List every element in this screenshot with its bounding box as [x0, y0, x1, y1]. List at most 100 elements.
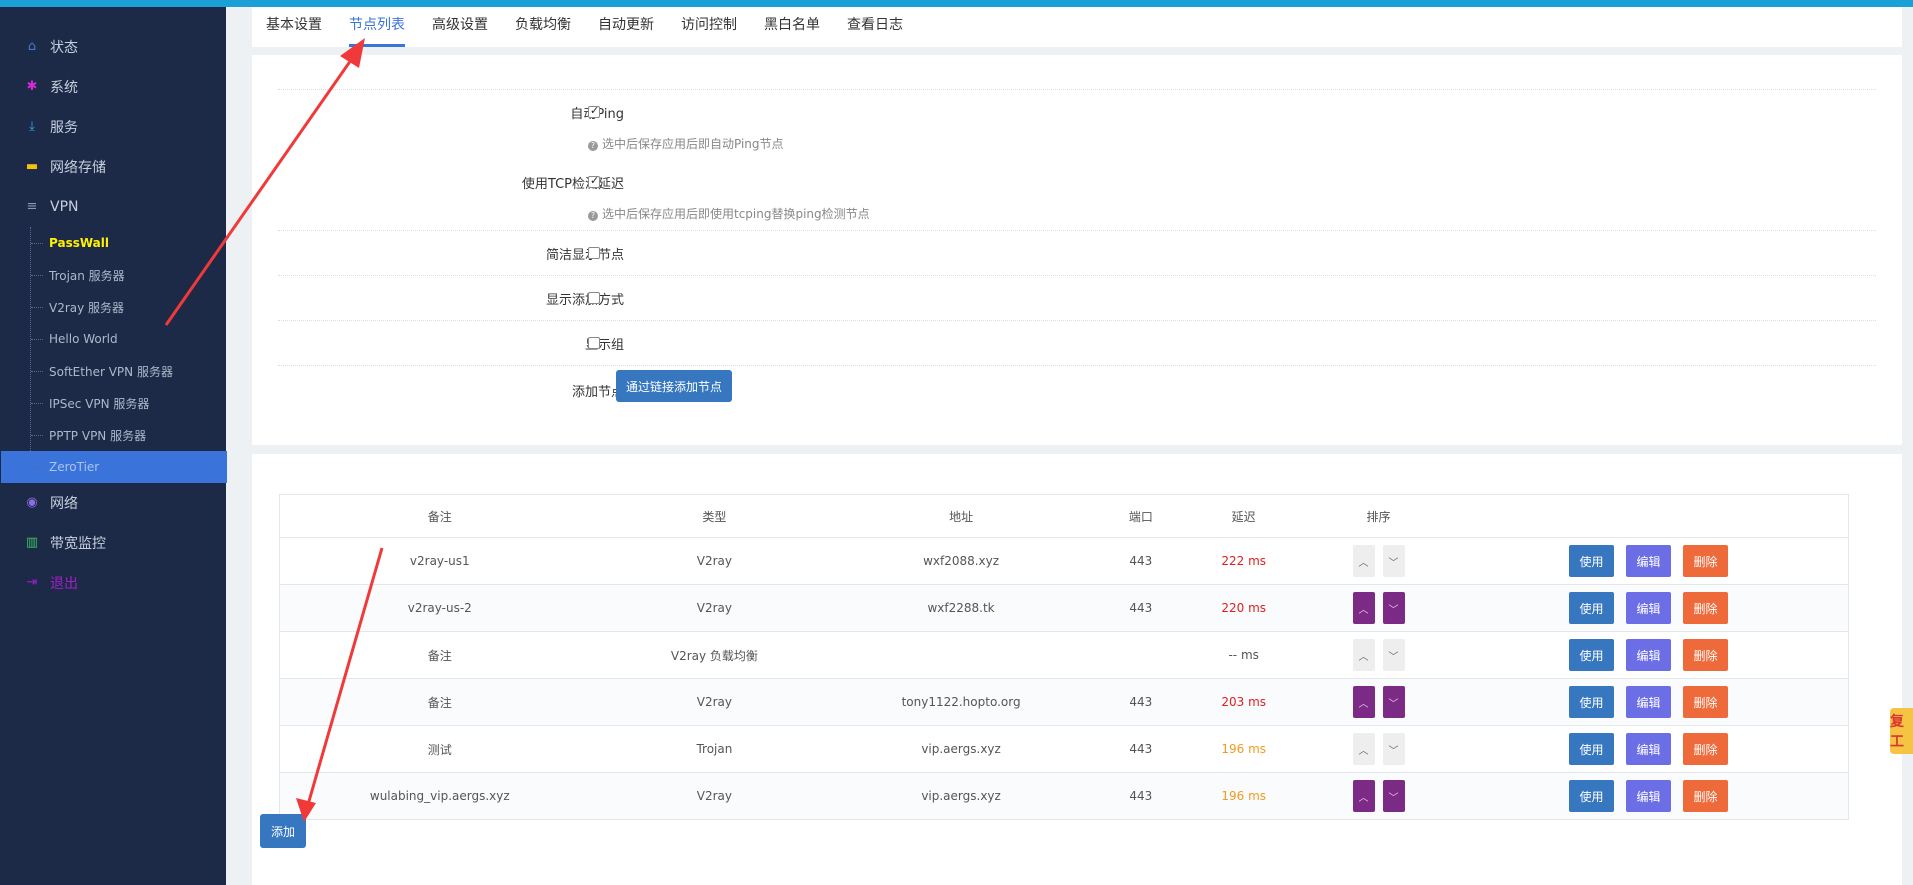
- floating-badge[interactable]: 复工: [1890, 708, 1913, 754]
- use-button[interactable]: 使用: [1569, 686, 1615, 718]
- sidebar-item-label: 退出: [50, 576, 78, 592]
- sidebar-item-vpn[interactable]: ≡ VPN: [0, 187, 226, 227]
- top-accent-bar: [0, 0, 1913, 7]
- cell-type: V2ray: [696, 554, 733, 568]
- table-row: v2ray-us-2 V2ray wxf2288.tk 443 220 ms ︿…: [280, 584, 1848, 631]
- cell-remark: 备注: [427, 695, 452, 710]
- show-add-mode-checkbox[interactable]: [588, 292, 600, 304]
- tab-advanced[interactable]: 高级设置: [432, 7, 488, 47]
- use-button[interactable]: 使用: [1569, 592, 1615, 624]
- tab-auto-update[interactable]: 自动更新: [598, 7, 654, 47]
- cell-port: 443: [1129, 742, 1153, 756]
- sidebar-sub-ipsec[interactable]: IPSec VPN 服务器: [31, 387, 226, 419]
- tab-node-list[interactable]: 节点列表: [349, 7, 405, 47]
- sidebar-sub-softether[interactable]: SoftEther VPN 服务器: [31, 355, 226, 387]
- use-button[interactable]: 使用: [1569, 545, 1615, 577]
- gears-icon: ✱: [26, 79, 38, 94]
- vpn-submenu: PassWall Trojan 服务器 V2ray 服务器 Hello Worl…: [1, 227, 227, 483]
- simple-display-checkbox[interactable]: [588, 247, 600, 259]
- cell-type: Trojan: [696, 742, 733, 756]
- tab-access-control[interactable]: 访问控制: [681, 7, 737, 47]
- sidebar-item-label: 带宽监控: [50, 536, 106, 552]
- cell-type: V2ray: [696, 695, 733, 709]
- sidebar-sub-trojan[interactable]: Trojan 服务器: [31, 259, 226, 291]
- sidebar-item-status[interactable]: ⌂ 状态: [0, 27, 226, 67]
- help-icon: ?: [588, 211, 598, 221]
- sidebar-sub-pptp[interactable]: PPTP VPN 服务器: [31, 419, 226, 451]
- cell-delay: -- ms: [1228, 648, 1259, 662]
- sidebar-sub-zerotier[interactable]: ZeroTier: [1, 451, 227, 483]
- move-down-icon[interactable]: ﹀: [1382, 545, 1405, 577]
- cell-remark: v2ray-us-2: [407, 601, 472, 615]
- cell-port: 443: [1129, 789, 1153, 803]
- edit-button[interactable]: 编辑: [1626, 639, 1672, 671]
- use-button[interactable]: 使用: [1569, 639, 1615, 671]
- cell-delay: 203 ms: [1221, 695, 1267, 709]
- delete-button[interactable]: 删除: [1683, 733, 1729, 765]
- auto-ping-checkbox[interactable]: [588, 104, 600, 118]
- show-add-mode-label: 显示添加方式: [545, 293, 624, 308]
- cell-delay: 220 ms: [1221, 601, 1267, 615]
- download-icon: ⤓: [29, 119, 35, 134]
- tab-basic[interactable]: 基本设置: [266, 7, 322, 47]
- col-type: 类型: [702, 509, 727, 524]
- home-icon: ⌂: [27, 39, 37, 54]
- use-button[interactable]: 使用: [1569, 733, 1615, 765]
- move-up-icon[interactable]: ︿: [1352, 733, 1375, 765]
- delete-button[interactable]: 删除: [1683, 592, 1729, 624]
- move-down-icon[interactable]: ﹀: [1382, 592, 1405, 624]
- sidebar-item-system[interactable]: ✱ 系统: [0, 67, 226, 107]
- edit-button[interactable]: 编辑: [1626, 592, 1672, 624]
- sidebar-item-label: 服务: [50, 120, 78, 136]
- sidebar-item-label: 网络存储: [50, 160, 106, 176]
- add-node-button[interactable]: 添加: [260, 814, 306, 848]
- delete-button[interactable]: 删除: [1683, 639, 1729, 671]
- sidebar-item-bandwidth[interactable]: ▥ 带宽监控: [0, 523, 226, 563]
- edit-button[interactable]: 编辑: [1626, 780, 1672, 812]
- move-down-icon[interactable]: ﹀: [1382, 780, 1405, 812]
- cell-address: tony1122.hopto.org: [901, 695, 1021, 709]
- sidebar-sub-passwall[interactable]: PassWall: [31, 227, 226, 259]
- logout-icon: ⇥: [26, 575, 38, 590]
- edit-button[interactable]: 编辑: [1626, 733, 1672, 765]
- sidebar-sub-helloworld[interactable]: Hello World: [31, 323, 226, 355]
- main-content: 基本设置 节点列表 高级设置 负载均衡 自动更新 访问控制 黑白名单 查看日志 …: [226, 7, 1913, 885]
- node-table: 备注 类型 地址 端口 延迟 排序 v2ray-us1 V2ray wxf208…: [279, 494, 1849, 820]
- col-port: 端口: [1128, 509, 1153, 524]
- move-down-icon[interactable]: ﹀: [1382, 639, 1405, 671]
- delete-button[interactable]: 删除: [1683, 545, 1729, 577]
- tab-load-balance[interactable]: 负载均衡: [515, 7, 571, 47]
- tcp-delay-label: 使用TCP检测延迟: [521, 177, 624, 192]
- move-up-icon[interactable]: ︿: [1352, 545, 1375, 577]
- cell-remark: wulabing_vip.aergs.xyz: [369, 789, 510, 803]
- show-group-checkbox[interactable]: [588, 337, 600, 349]
- cell-address: wxf2088.xyz: [923, 554, 1000, 568]
- col-delay: 延迟: [1231, 509, 1256, 524]
- table-row: 备注 V2ray 负载均衡 -- ms ︿ ﹀ 使用 编辑 删除: [280, 631, 1848, 678]
- edit-button[interactable]: 编辑: [1626, 686, 1672, 718]
- move-down-icon[interactable]: ﹀: [1382, 733, 1405, 765]
- edit-button[interactable]: 编辑: [1626, 545, 1672, 577]
- cell-delay: 196 ms: [1221, 742, 1267, 756]
- delete-button[interactable]: 删除: [1683, 780, 1729, 812]
- tab-logs[interactable]: 查看日志: [847, 7, 903, 47]
- sidebar-item-services[interactable]: ⤓ 服务: [0, 107, 226, 147]
- use-button[interactable]: 使用: [1569, 780, 1615, 812]
- cell-type: V2ray: [696, 601, 733, 615]
- sidebar-sub-v2ray[interactable]: V2ray 服务器: [31, 291, 226, 323]
- col-address: 地址: [949, 509, 974, 524]
- sidebar-item-network[interactable]: ◉ 网络: [0, 483, 226, 523]
- delete-button[interactable]: 删除: [1683, 686, 1729, 718]
- add-node-by-link-button[interactable]: 通过链接添加节点: [616, 370, 732, 402]
- table-header: 备注 类型 地址 端口 延迟 排序: [280, 495, 1848, 537]
- list-icon: ≡: [26, 199, 38, 214]
- move-down-icon[interactable]: ﹀: [1382, 686, 1405, 718]
- move-up-icon[interactable]: ︿: [1352, 686, 1375, 718]
- tcp-delay-checkbox[interactable]: [588, 174, 600, 188]
- tab-blacklist[interactable]: 黑白名单: [764, 7, 820, 47]
- move-up-icon[interactable]: ︿: [1352, 592, 1375, 624]
- move-up-icon[interactable]: ︿: [1352, 639, 1375, 671]
- sidebar-item-logout[interactable]: ⇥ 退出: [0, 563, 226, 603]
- sidebar-item-nas[interactable]: ▬ 网络存储: [0, 147, 226, 187]
- move-up-icon[interactable]: ︿: [1352, 780, 1375, 812]
